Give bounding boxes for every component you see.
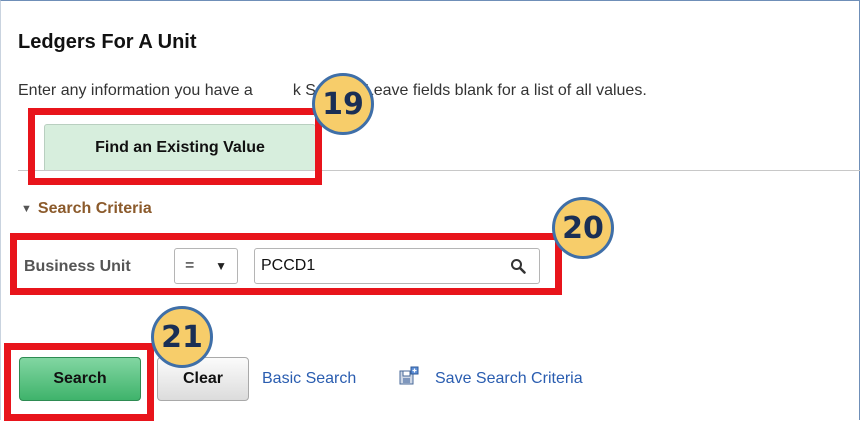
basic-search-link[interactable]: Basic Search (262, 370, 356, 388)
search-criteria-toggle[interactable]: ▼ Search Criteria (21, 200, 152, 218)
callout-box-19 (28, 108, 322, 185)
search-criteria-heading: Search Criteria (37, 200, 152, 217)
callout-box-20 (10, 233, 562, 295)
step-badge-20: 20 (552, 197, 614, 259)
triangle-down-icon: ▼ (21, 203, 32, 215)
step-badge-19: 19 (312, 73, 374, 135)
instructions-left: Enter any information you have a (18, 82, 253, 99)
callout-box-21 (4, 343, 154, 421)
step-badge-21: 21 (151, 306, 213, 368)
save-search-criteria-link[interactable]: Save Search Criteria (435, 370, 583, 388)
save-search-icon[interactable] (398, 366, 420, 388)
page-title: Ledgers For A Unit (18, 31, 197, 53)
